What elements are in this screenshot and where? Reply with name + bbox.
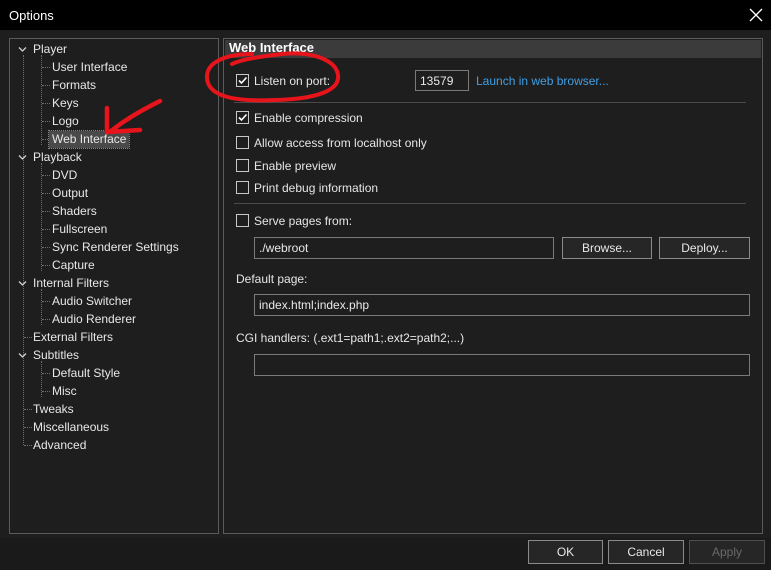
port-input[interactable] [415,70,469,91]
browse-button[interactable]: Browse... [562,237,652,259]
tree-item-misc[interactable]: Misc [49,383,80,400]
deploy-button[interactable]: Deploy... [659,237,750,259]
enable-preview-label: Enable preview [254,159,337,173]
cancel-button[interactable]: Cancel [608,540,684,564]
serve-pages-checkbox[interactable]: Serve pages from: [236,213,436,229]
window-title: Options [9,8,54,23]
enable-compression-checkbox[interactable]: Enable compression [236,110,436,126]
serve-pages-label: Serve pages from: [254,214,353,228]
checkmark-icon [238,113,248,122]
tree-item-player[interactable]: Player [30,41,70,58]
chevron-down-icon[interactable] [18,279,27,288]
webroot-input[interactable] [254,237,554,259]
cgi-handlers-input[interactable] [254,354,750,376]
tree-item-subtitles[interactable]: Subtitles [30,347,82,364]
launch-browser-link[interactable]: Launch in web browser... [476,74,609,88]
close-icon [749,8,763,22]
tree-item-output[interactable]: Output [49,185,91,202]
tree-item-miscellaneous[interactable]: Miscellaneous [30,419,112,436]
enable-compression-label: Enable compression [254,111,363,125]
ok-button[interactable]: OK [528,540,603,564]
default-page-input[interactable] [254,294,750,316]
separator [234,203,746,204]
tree-item-sync-renderer-settings[interactable]: Sync Renderer Settings [49,239,182,256]
checkmark-icon [238,76,248,85]
listen-on-port-label: Listen on port: [254,74,331,88]
tree-item-user-interface[interactable]: User Interface [49,59,130,76]
localhost-only-label: Allow access from localhost only [254,136,427,150]
localhost-only-checkbox[interactable]: Allow access from localhost only [236,135,476,151]
close-button[interactable] [741,0,771,30]
chevron-down-icon[interactable] [18,45,27,54]
web-interface-page: Web Interface Listen on port: Launch in … [223,38,763,534]
title-bar: Options [0,0,771,30]
tree-item-default-style[interactable]: Default Style [49,365,123,382]
chevron-down-icon[interactable] [18,153,27,162]
tree-item-formats[interactable]: Formats [49,77,99,94]
dialog-button-bar: OK Cancel Apply [0,538,771,570]
tree-item-internal-filters[interactable]: Internal Filters [30,275,112,292]
tree-item-shaders[interactable]: Shaders [49,203,100,220]
default-page-label: Default page: [236,272,308,286]
tree-item-external-filters[interactable]: External Filters [30,329,116,346]
tree-item-fullscreen[interactable]: Fullscreen [49,221,110,238]
listen-on-port-checkbox[interactable]: Listen on port: [236,73,396,89]
tree-item-capture[interactable]: Capture [49,257,98,274]
enable-preview-checkbox[interactable]: Enable preview [236,158,436,174]
cgi-handlers-label: CGI handlers: (.ext1=path1;.ext2=path2;.… [236,331,465,345]
tree-item-dvd[interactable]: DVD [49,167,80,184]
apply-button[interactable]: Apply [689,540,765,564]
print-debug-label: Print debug information [254,181,379,195]
options-tree[interactable]: Player User Interface Formats Keys Logo … [9,38,219,534]
tree-item-keys[interactable]: Keys [49,95,82,112]
page-title: Web Interface [225,40,761,58]
tree-item-web-interface[interactable]: Web Interface [47,130,131,149]
tree-item-playback[interactable]: Playback [30,149,85,166]
tree-item-audio-renderer[interactable]: Audio Renderer [49,311,139,328]
tree-item-advanced[interactable]: Advanced [30,437,89,454]
tree-item-tweaks[interactable]: Tweaks [30,401,77,418]
separator [234,102,746,103]
tree-item-logo[interactable]: Logo [49,113,82,130]
print-debug-checkbox[interactable]: Print debug information [236,180,436,196]
chevron-down-icon[interactable] [18,351,27,360]
tree-item-audio-switcher[interactable]: Audio Switcher [49,293,135,310]
